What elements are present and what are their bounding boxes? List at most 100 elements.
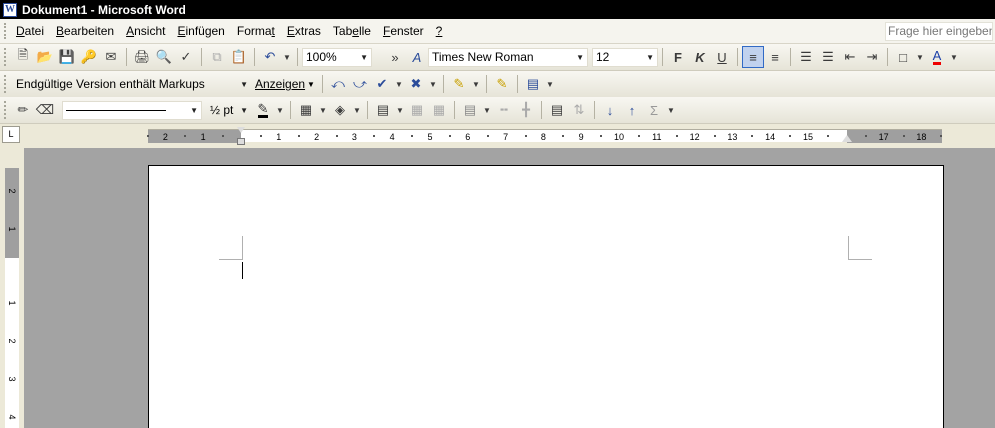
line-weight-select[interactable]: ½ pt ▼	[206, 101, 252, 120]
menu-einfuegen[interactable]: Einfügen	[171, 24, 230, 38]
merge-cells-icon[interactable]: ▦	[406, 99, 428, 121]
ruler-tick	[826, 135, 829, 137]
toolbar-grip[interactable]	[4, 75, 8, 93]
decrease-indent-icon[interactable]: ⇤	[839, 46, 861, 68]
ruler-label: 5	[427, 132, 433, 142]
distribute-rows-icon[interactable]: ╍	[493, 99, 515, 121]
menu-tabelle[interactable]: Tabelle	[327, 24, 377, 38]
align-cell-icon[interactable]: ▤	[459, 99, 481, 121]
borders-icon[interactable]: □	[892, 46, 914, 68]
shading-color-icon[interactable]: ◈	[329, 99, 351, 121]
comment-dropdown-icon[interactable]: ▼	[470, 73, 482, 95]
copy-icon[interactable]: ⧉	[206, 46, 228, 68]
outside-border-dropdown-icon[interactable]: ▼	[317, 99, 329, 121]
border-color-dropdown-icon[interactable]: ▼	[274, 99, 286, 121]
ruler-label: 17	[878, 132, 889, 142]
first-line-indent-marker[interactable]	[237, 127, 245, 133]
styles-icon[interactable]: A	[406, 46, 428, 68]
separator	[321, 75, 323, 93]
align-cell-dropdown-icon[interactable]: ▼	[481, 99, 493, 121]
line-style-select[interactable]: ▼	[62, 100, 202, 120]
font-name-select[interactable]: Times New Roman ▼	[428, 47, 588, 67]
italic-button[interactable]: K	[689, 46, 711, 68]
toolbar-grip[interactable]	[4, 101, 8, 119]
paste-icon[interactable]: 📋	[228, 46, 250, 68]
increase-indent-icon[interactable]: ⇥	[861, 46, 883, 68]
ruler-tick	[751, 135, 754, 137]
text-direction-icon[interactable]: ⇅	[568, 99, 590, 121]
sort-ascending-icon[interactable]: ↓	[599, 99, 621, 121]
left-indent-marker[interactable]	[237, 138, 245, 145]
previous-change-icon[interactable]: ⤺	[327, 73, 349, 95]
document-page[interactable]	[148, 165, 944, 428]
reviewing-pane-icon[interactable]: ▤	[522, 73, 544, 95]
vertical-ruler[interactable]: 2 1 1 2 3 4	[5, 168, 19, 428]
draw-table-pencil-icon[interactable]: ✏	[12, 99, 34, 121]
horizontal-ruler[interactable]: 2 1 1 2 3 4 5 6 7 8 9 10 11 12 13 14 15 17 18	[146, 129, 943, 143]
open-folder-icon[interactable]: 📂	[34, 46, 56, 68]
undo-icon[interactable]: ↶	[259, 46, 281, 68]
spelling-icon[interactable]: ✓	[175, 46, 197, 68]
table-autoformat-icon[interactable]: ▤	[546, 99, 568, 121]
accept-change-icon[interactable]: ✔	[371, 73, 393, 95]
zoom-select[interactable]: 100% ▼	[302, 47, 372, 67]
menu-fenster[interactable]: Fenster	[377, 24, 430, 38]
tab-selector[interactable]: L	[2, 126, 20, 143]
email-icon[interactable]: ✉	[100, 46, 122, 68]
toolbar-grip[interactable]	[4, 48, 8, 66]
align-left-icon[interactable]: ≡	[742, 46, 764, 68]
ruler-label: 1	[276, 132, 282, 142]
print-preview-icon[interactable]: 🔍	[153, 46, 175, 68]
font-color-dropdown-icon[interactable]: ▼	[948, 46, 960, 68]
ruler-label: 12	[689, 132, 700, 142]
menu-ansicht[interactable]: Ansicht	[120, 24, 171, 38]
track-changes-icon[interactable]: ✎	[491, 73, 513, 95]
font-size-select[interactable]: 12 ▼	[592, 47, 658, 67]
help-search-input[interactable]: Frage hier eingeben	[885, 22, 993, 41]
shading-dropdown-icon[interactable]: ▼	[351, 99, 363, 121]
new-document-icon[interactable]: 🗎	[12, 46, 34, 68]
next-change-icon[interactable]: ⤻	[349, 73, 371, 95]
undo-dropdown-icon[interactable]: ▼	[281, 46, 293, 68]
right-indent-marker[interactable]	[842, 135, 852, 142]
separator	[516, 75, 518, 93]
bulleted-list-icon[interactable]: ☰	[817, 46, 839, 68]
show-markup-button[interactable]: Anzeigen ▼	[252, 73, 318, 95]
bold-button[interactable]: F	[667, 46, 689, 68]
split-cells-icon[interactable]: ▦	[428, 99, 450, 121]
distribute-columns-icon[interactable]: ╋	[515, 99, 537, 121]
reviewing-pane-dropdown-icon[interactable]: ▼	[544, 73, 556, 95]
indent-marker[interactable]	[237, 127, 246, 147]
toolbar-options-icon[interactable]: »	[384, 46, 406, 68]
borders-dropdown-icon[interactable]: ▼	[914, 46, 926, 68]
reject-change-icon[interactable]: ✖	[405, 73, 427, 95]
menu-format[interactable]: Format	[231, 24, 281, 38]
reject-dropdown-icon[interactable]: ▼	[427, 73, 439, 95]
menu-extras[interactable]: Extras	[281, 24, 327, 38]
outside-border-icon[interactable]: ▦	[295, 99, 317, 121]
menu-help[interactable]: ?	[430, 24, 449, 38]
ruler-tick	[448, 135, 451, 137]
reviewing-toolbar: Endgültige Version enthält Markups ▼ Anze…	[0, 71, 995, 98]
numbered-list-icon[interactable]: ☰	[795, 46, 817, 68]
menu-bearbeiten[interactable]: Bearbeiten	[50, 24, 120, 38]
permission-icon[interactable]: 🔑	[78, 46, 100, 68]
menu-datei[interactable]: Datei	[10, 24, 50, 38]
autosum-icon[interactable]: Σ	[643, 99, 665, 121]
align-center-icon[interactable]: ≡	[764, 46, 786, 68]
print-icon[interactable]: 🖨	[131, 46, 153, 68]
insert-table-icon[interactable]: ▤	[372, 99, 394, 121]
underline-button[interactable]: U	[711, 46, 733, 68]
eraser-icon[interactable]: ⌫	[34, 99, 56, 121]
ruler-tick	[713, 135, 716, 137]
separator	[254, 48, 255, 66]
toolbar-options-dropdown-icon[interactable]: ▼	[665, 99, 677, 121]
insert-table-dropdown-icon[interactable]: ▼	[394, 99, 406, 121]
accept-dropdown-icon[interactable]: ▼	[393, 73, 405, 95]
font-color-icon[interactable]: A	[926, 46, 948, 68]
sort-descending-icon[interactable]: ↑	[621, 99, 643, 121]
save-icon[interactable]: 💾	[56, 46, 78, 68]
border-color-icon[interactable]: ✎	[252, 99, 274, 121]
markup-display-select[interactable]: Endgültige Version enthält Markups ▼	[12, 75, 252, 94]
insert-comment-icon[interactable]: ✎	[448, 73, 470, 95]
